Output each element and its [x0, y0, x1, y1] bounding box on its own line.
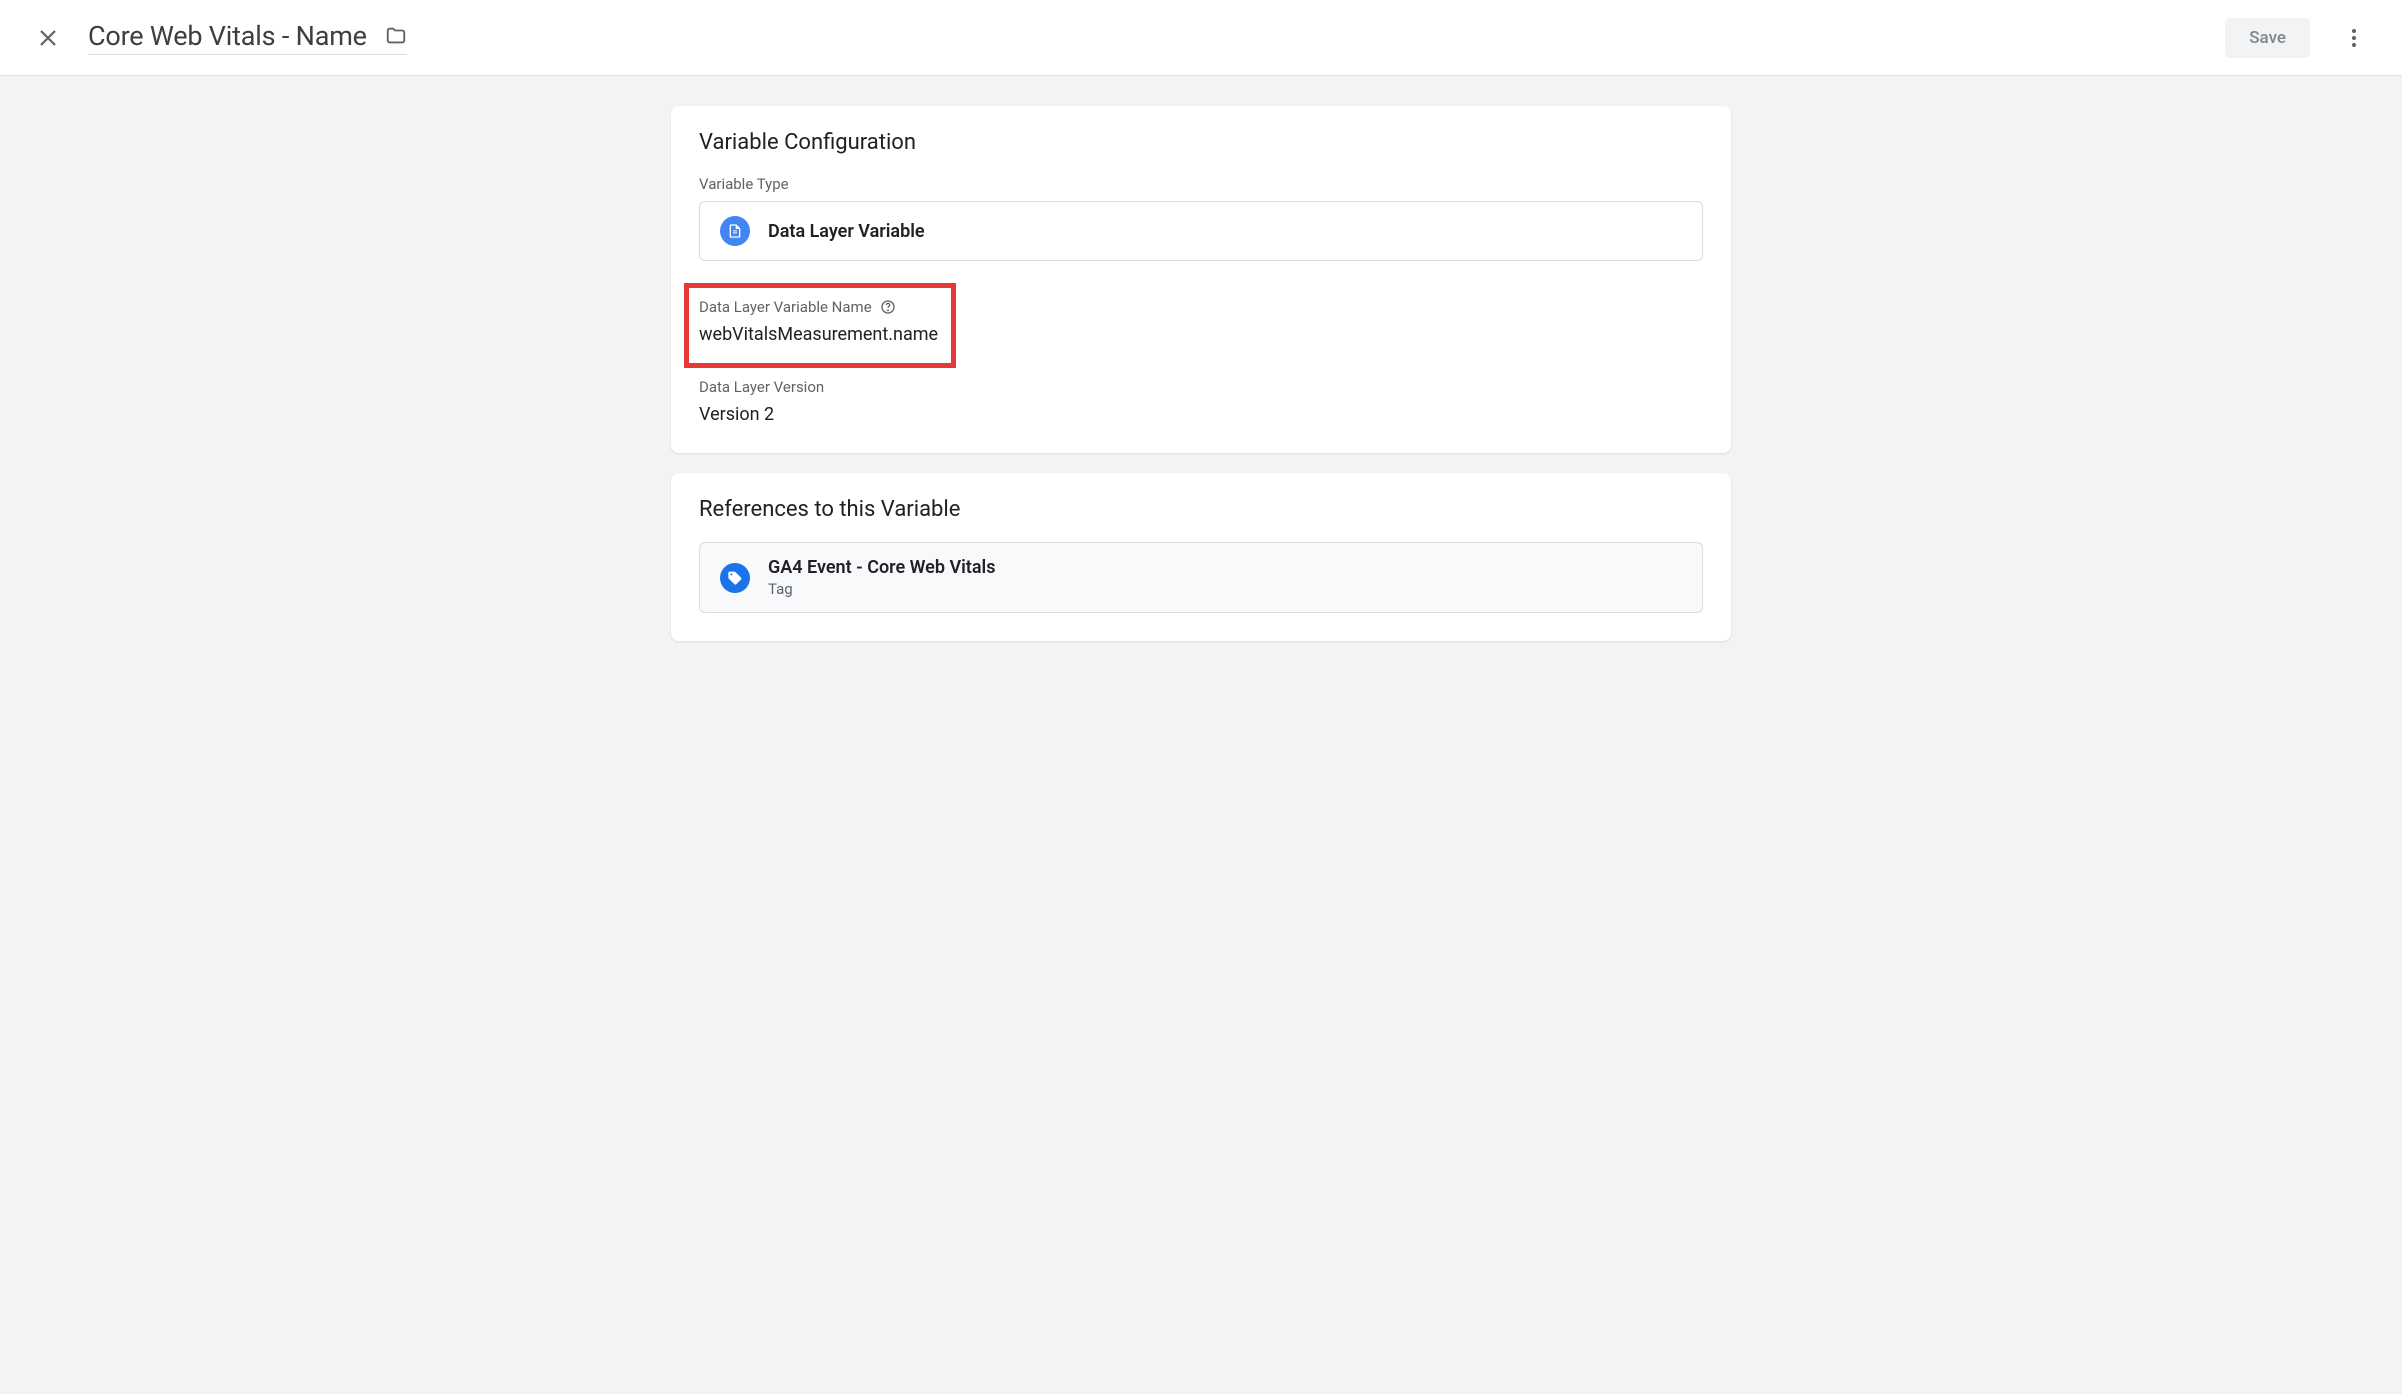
version-label: Data Layer Version — [699, 378, 1703, 396]
tag-icon — [720, 563, 750, 593]
reference-title: GA4 Event - Core Web Vitals — [768, 557, 995, 578]
close-icon — [36, 26, 60, 50]
save-button[interactable]: Save — [2225, 18, 2310, 58]
card-title: Variable Configuration — [699, 130, 1703, 155]
references-card: References to this Variable GA4 Event - … — [671, 473, 1731, 641]
content-area: Variable Configuration Variable Type Dat… — [651, 106, 1751, 641]
var-name-value: webVitalsMeasurement.name — [699, 324, 941, 345]
variable-type-label: Variable Type — [699, 175, 1703, 193]
variable-type-selector[interactable]: Data Layer Variable — [699, 201, 1703, 261]
title-input-wrap[interactable]: Core Web Vitals - Name — [88, 20, 407, 55]
reference-subtitle: Tag — [768, 580, 995, 598]
dialog-header: Core Web Vitals - Name Save — [0, 0, 2402, 76]
var-name-label: Data Layer Variable Name — [699, 298, 941, 316]
reference-item[interactable]: GA4 Event - Core Web Vitals Tag — [699, 542, 1703, 613]
more-vert-icon — [2342, 26, 2366, 50]
variable-configuration-card: Variable Configuration Variable Type Dat… — [671, 106, 1731, 453]
reference-text: GA4 Event - Core Web Vitals Tag — [768, 557, 995, 598]
annotation-highlight: Data Layer Variable Name webVitalsMeasur… — [684, 283, 956, 368]
version-block: Data Layer Version Version 2 — [699, 378, 1703, 425]
more-menu-button[interactable] — [2330, 14, 2378, 62]
folder-icon — [385, 25, 407, 47]
help-icon[interactable] — [880, 299, 896, 315]
variable-title: Core Web Vitals - Name — [88, 20, 367, 52]
variable-type-name: Data Layer Variable — [768, 221, 925, 242]
close-button[interactable] — [24, 14, 72, 62]
references-title: References to this Variable — [699, 497, 1703, 522]
version-value: Version 2 — [699, 404, 1703, 425]
data-layer-icon — [720, 216, 750, 246]
